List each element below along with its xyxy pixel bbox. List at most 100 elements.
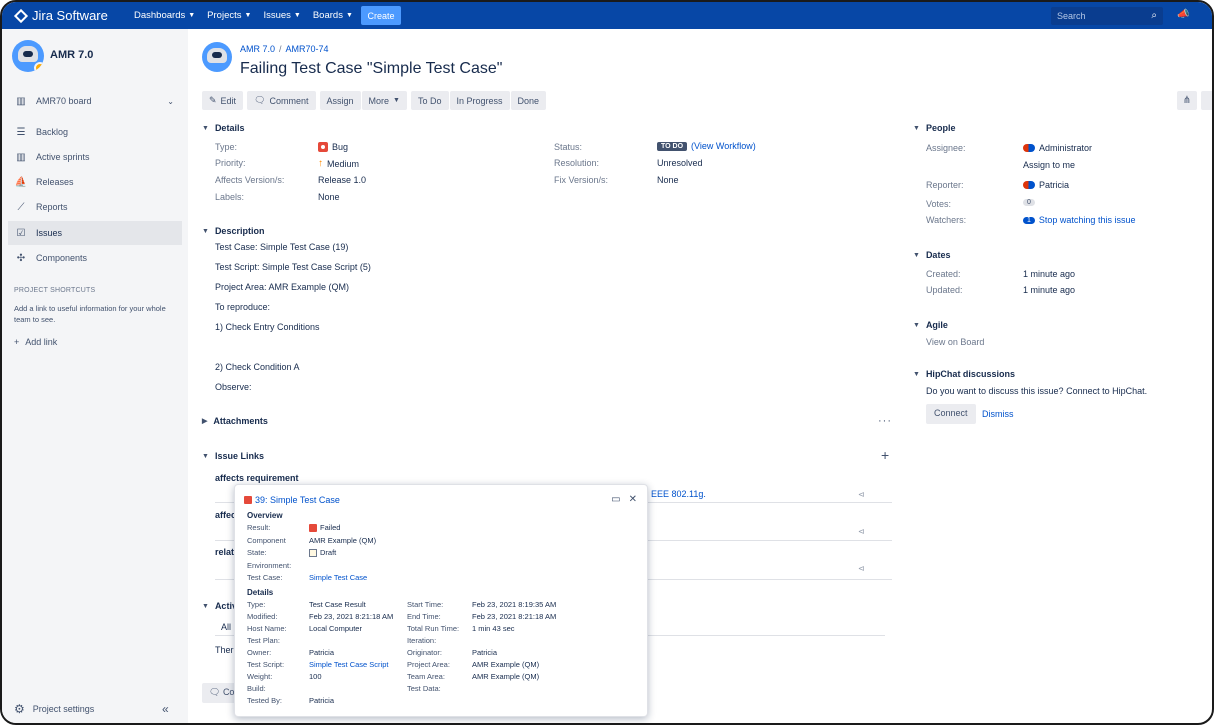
votes-value[interactable]: 0 [1023, 199, 1035, 206]
unlink-icon[interactable]: ⊲ [858, 490, 865, 499]
more-button[interactable]: More ▼ [361, 91, 407, 110]
sidebar-item-label: Active sprints [36, 152, 90, 162]
chevron-down-icon: ▼ [244, 12, 252, 19]
tab-all[interactable]: All [221, 622, 231, 632]
board-label: AMR70 board [36, 96, 92, 106]
assign-button[interactable]: Assign [319, 91, 361, 110]
project-settings-link[interactable]: ⚙ Project settings [14, 702, 94, 716]
comment-button[interactable]: 🗨 Comment [247, 91, 316, 110]
jira-diamond-icon [13, 8, 29, 23]
dates-heading[interactable]: ▼ Dates [913, 250, 950, 260]
board-selector[interactable]: ▥ AMR70 board ⌄ [14, 93, 178, 109]
megaphone-icon[interactable]: 📣 [1177, 9, 1189, 20]
detail-value: 1 min 43 sec [472, 624, 515, 633]
unlink-icon[interactable]: ⊲ [858, 527, 865, 536]
dismiss-link[interactable]: Dismiss [982, 409, 1014, 419]
jira-logo[interactable]: Jira Software [13, 8, 108, 23]
stop-watching-link[interactable]: Stop watching this issue [1039, 215, 1136, 225]
watchers-value[interactable]: 1 Stop watching this issue [1023, 215, 1135, 225]
comment-icon: 🗨 [209, 687, 223, 697]
detail-value: 100 [309, 672, 322, 681]
agile-heading[interactable]: ▼ Agile [913, 320, 948, 330]
project-name[interactable]: AMR 7.0 [50, 49, 93, 61]
maximize-icon[interactable]: ▭ [611, 494, 620, 505]
attachments-heading[interactable]: ▶ Attachments [202, 416, 268, 426]
create-button[interactable]: Create [361, 6, 401, 25]
linked-requirement-text[interactable]: EEE 802.11g. [651, 489, 706, 499]
environment-label: Environment: [247, 561, 292, 570]
menu-label: Dashboards [134, 10, 186, 21]
user-avatar-icon [1023, 181, 1035, 189]
search-input[interactable]: Search ⌕ [1051, 7, 1163, 25]
detail-label: Type: [247, 600, 266, 609]
more-label: More [368, 95, 390, 106]
detail-value: Patricia [309, 648, 335, 657]
sidebar-item-label: Reports [36, 202, 68, 212]
detail-label: Originator: [407, 648, 443, 657]
description-line: 2) Check Condition A [215, 362, 300, 372]
view-workflow-link[interactable]: (View Workflow) [691, 141, 756, 151]
menu-dashboards[interactable]: Dashboards ▼ [134, 10, 195, 21]
priority-value-text: Medium [327, 158, 360, 169]
details-heading[interactable]: ▼ Details [202, 123, 244, 133]
component-label: Component [247, 536, 286, 545]
assignee-value[interactable]: Administrator [1023, 143, 1092, 153]
menu-boards[interactable]: Boards ▼ [313, 10, 353, 21]
close-icon[interactable]: ✕ [629, 494, 637, 505]
chevron-down-icon: ▼ [202, 227, 209, 235]
failed-icon [309, 523, 317, 532]
menu-issues[interactable]: Issues ▼ [263, 10, 300, 21]
in-progress-button[interactable]: In Progress [449, 91, 510, 110]
assign-to-me-link[interactable]: Assign to me [1023, 160, 1075, 170]
detail-label: Build: [247, 684, 266, 693]
affects-version-label: Affects Version/s: [215, 175, 285, 185]
detail-label: Test Plan: [247, 636, 280, 645]
test-script-link[interactable]: Simple Test Case Script [309, 660, 388, 669]
affects-version-value[interactable]: Release 1.0 [318, 175, 366, 185]
people-heading[interactable]: ▼ People [913, 123, 955, 133]
done-button[interactable]: Done [510, 91, 547, 110]
more-options-icon[interactable]: ··· [878, 415, 892, 427]
detail-label: Tested By: [247, 696, 283, 705]
add-link-label: Add link [25, 337, 58, 347]
connect-button[interactable]: Connect [926, 404, 976, 424]
sidebar-item-reports[interactable]: ⟋ Reports [8, 195, 182, 219]
breadcrumb-project[interactable]: AMR 7.0 [240, 44, 275, 54]
unlink-icon[interactable]: ⊲ [858, 564, 865, 573]
add-link-icon[interactable]: + [881, 447, 889, 463]
sidebar-item-active-sprints[interactable]: ▥ Active sprints [8, 145, 182, 169]
to-do-button[interactable]: To Do [410, 91, 449, 110]
add-link-button[interactable]: + Add link [14, 337, 57, 347]
reporter-value[interactable]: Patricia [1023, 180, 1069, 190]
assignee-name: Administrator [1039, 143, 1093, 153]
breadcrumb-issue-key[interactable]: AMR70-74 [286, 44, 329, 54]
sidebar-item-backlog[interactable]: ☰ Backlog [8, 120, 182, 144]
detail-label: Test Data: [407, 684, 441, 693]
share-button[interactable]: ⋔ [1177, 91, 1197, 110]
menu-label: Boards [312, 10, 343, 21]
edit-button[interactable]: ✎ Edit [202, 91, 244, 110]
menu-projects[interactable]: Projects ▼ [207, 10, 251, 21]
collapse-sidebar-icon[interactable]: « [162, 702, 169, 716]
hipchat-heading[interactable]: ▼ HipChat discussions [913, 369, 1015, 379]
detail-label: Total Run Time: [407, 624, 460, 633]
description-heading[interactable]: ▼ Description [202, 226, 264, 236]
issue-links-heading[interactable]: ▼ Issue Links [202, 451, 264, 461]
app-frame: Jira Software Dashboards ▼ Projects ▼ Issu… [0, 0, 1214, 725]
popup-title[interactable]: 39: Simple Test Case [244, 495, 340, 505]
sidebar-item-issues[interactable]: ☑ Issues [8, 221, 182, 245]
sidebar-item-releases[interactable]: ⛵ Releases [8, 170, 182, 194]
activity-heading[interactable]: ▼ Activ [202, 601, 237, 611]
export-button[interactable] [1201, 91, 1212, 110]
chevron-down-icon: ▼ [913, 124, 920, 132]
sidebar-item-components[interactable]: ✣ Components [8, 246, 182, 270]
project-avatar[interactable] [12, 40, 44, 72]
test-case-link[interactable]: Simple Test Case [309, 573, 367, 582]
board-icon: ▥ [16, 151, 26, 163]
sidebar-item-label: Backlog [36, 127, 69, 137]
chevron-down-icon: ▼ [202, 602, 209, 610]
labels-value: None [318, 192, 340, 202]
description-line: Observe: [215, 382, 252, 392]
detail-value: Feb 23, 2021 8:21:18 AM [472, 612, 557, 621]
view-on-board-link[interactable]: View on Board [926, 337, 984, 347]
